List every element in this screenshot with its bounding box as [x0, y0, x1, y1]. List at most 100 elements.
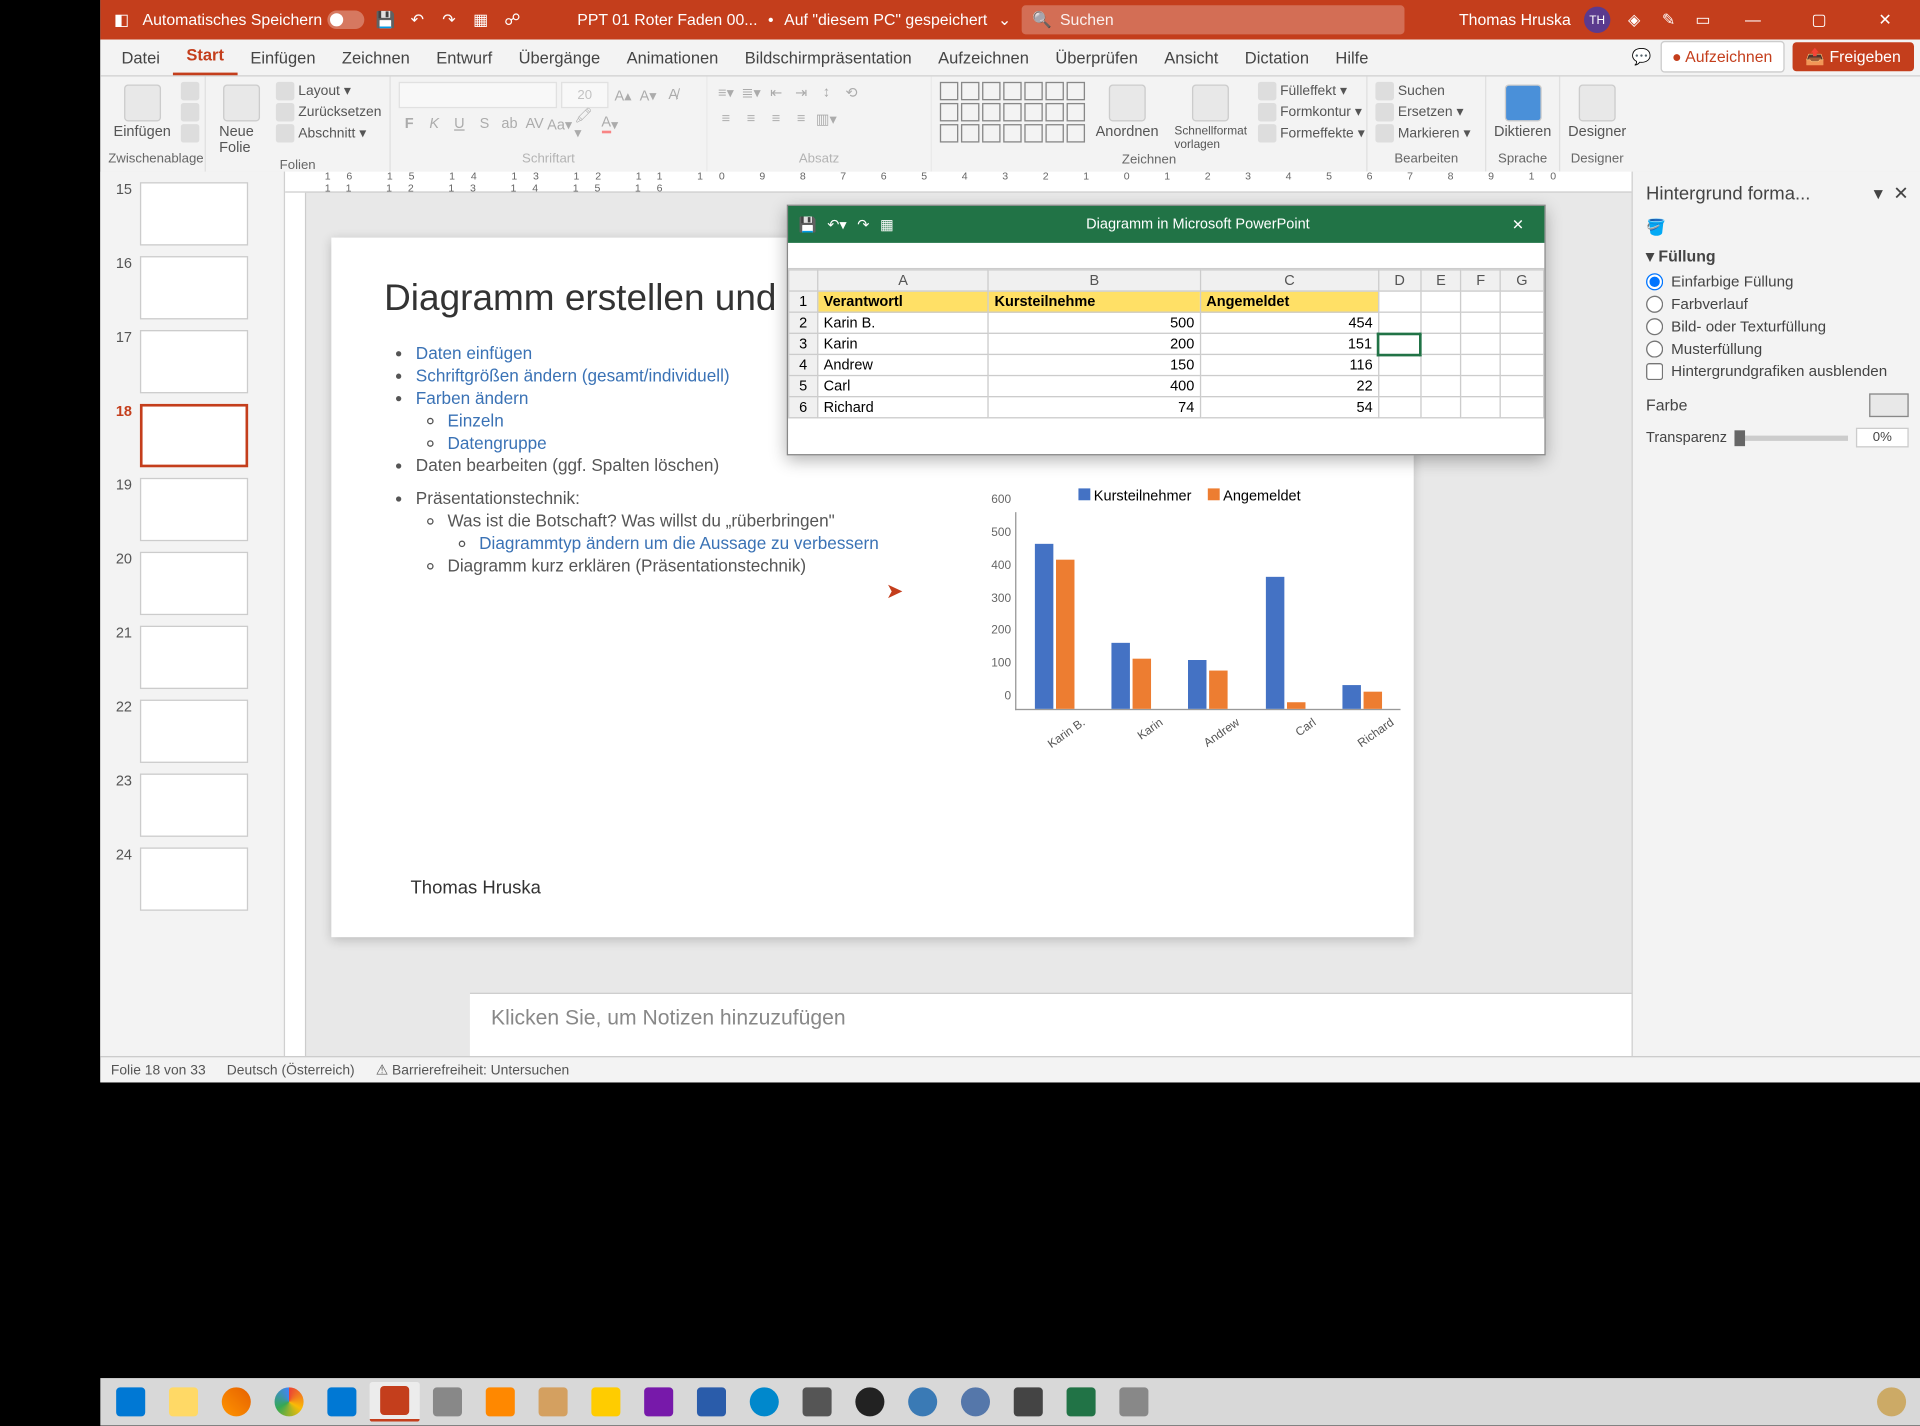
- case-icon[interactable]: Aa▾: [549, 114, 570, 135]
- firefox-icon[interactable]: [211, 1382, 261, 1422]
- indent-inc-icon[interactable]: ⇥: [791, 82, 812, 103]
- section-title[interactable]: Füllung: [1658, 247, 1715, 265]
- tab-ansicht[interactable]: Ansicht: [1151, 41, 1232, 75]
- slide-thumb-18[interactable]: 18: [100, 399, 283, 473]
- numbering-icon[interactable]: ≣▾: [741, 82, 762, 103]
- new-slide-button[interactable]: Neue Folie: [214, 82, 271, 159]
- outline-button[interactable]: Formkontur ▾: [1258, 103, 1365, 121]
- window-icon[interactable]: ▭: [1692, 9, 1713, 30]
- color-picker[interactable]: [1869, 393, 1909, 417]
- diamond-icon[interactable]: ◈: [1624, 9, 1645, 30]
- text-direction-icon[interactable]: ⟲: [841, 82, 862, 103]
- fill-option-2[interactable]: Bild- oder Texturfüllung: [1646, 318, 1909, 335]
- find-button[interactable]: Suchen: [1375, 82, 1477, 100]
- app-icon-2[interactable]: [528, 1382, 578, 1422]
- onenote-icon[interactable]: [634, 1382, 684, 1422]
- share-button[interactable]: 📤 Freigeben: [1792, 42, 1914, 71]
- data-save-icon[interactable]: 💾: [799, 216, 817, 233]
- spacing-icon[interactable]: AV: [524, 114, 545, 135]
- slide-thumb-17[interactable]: 17: [100, 325, 283, 399]
- chrome-icon[interactable]: [264, 1382, 314, 1422]
- toggle-switch[interactable]: [327, 11, 364, 29]
- data-undo-icon[interactable]: ↶▾: [827, 216, 846, 233]
- touch-icon[interactable]: ☍: [502, 9, 523, 30]
- powerpoint-icon[interactable]: [370, 1382, 420, 1422]
- tab-hilfe[interactable]: Hilfe: [1322, 41, 1381, 75]
- slide-counter[interactable]: Folie 18 von 33: [111, 1062, 206, 1078]
- search-input[interactable]: 🔍 Suchen: [1022, 5, 1405, 34]
- slide-thumb-21[interactable]: 21: [100, 620, 283, 694]
- fill-option-0[interactable]: Einfarbige Füllung: [1646, 273, 1909, 290]
- strike-icon[interactable]: S: [474, 114, 495, 135]
- font-size-input[interactable]: 20: [561, 82, 609, 108]
- shapes-gallery[interactable]: [940, 82, 1085, 143]
- pane-close-icon[interactable]: ✕: [1893, 182, 1908, 203]
- tray-icon[interactable]: [1866, 1382, 1916, 1422]
- app-icon-1[interactable]: [422, 1382, 472, 1422]
- cut-icon[interactable]: [181, 82, 199, 100]
- font-select[interactable]: [399, 82, 557, 108]
- language-status[interactable]: Deutsch (Österreich): [227, 1062, 355, 1078]
- slide-thumb-19[interactable]: 19: [100, 473, 283, 547]
- data-grid[interactable]: ABCDEFG1VerantwortlKursteilnehmeAngemeld…: [788, 269, 1544, 418]
- font-color-icon[interactable]: A▾: [599, 114, 620, 135]
- transparency-value[interactable]: 0%: [1856, 428, 1909, 448]
- app-icon-7[interactable]: [950, 1382, 1000, 1422]
- comments-icon[interactable]: 💬: [1631, 46, 1652, 67]
- effects-button[interactable]: Formeffekte ▾: [1258, 124, 1365, 142]
- slide-thumb-20[interactable]: 20: [100, 546, 283, 620]
- app-icon-5[interactable]: [792, 1382, 842, 1422]
- format-painter-icon[interactable]: [181, 124, 199, 142]
- grow-font-icon[interactable]: A▴: [612, 84, 633, 105]
- notes-pane[interactable]: Klicken Sie, um Notizen hinzuzufügen: [470, 993, 1632, 1056]
- justify-icon[interactable]: ≡: [791, 108, 812, 129]
- telegram-icon[interactable]: [739, 1382, 789, 1422]
- underline-icon[interactable]: U: [449, 114, 470, 135]
- autosave-toggle[interactable]: Automatisches Speichern: [143, 11, 365, 29]
- fill-option-1[interactable]: Farbverlauf: [1646, 296, 1909, 313]
- fill-option-3[interactable]: Musterfüllung: [1646, 341, 1909, 358]
- align-right-icon[interactable]: ≡: [766, 108, 787, 129]
- shadow-icon[interactable]: ab: [499, 114, 520, 135]
- highlight-icon[interactable]: 🖍▾: [574, 114, 595, 135]
- start-button[interactable]: [106, 1382, 156, 1422]
- clear-format-icon[interactable]: A̸: [663, 84, 684, 105]
- user-name[interactable]: Thomas Hruska: [1459, 11, 1571, 29]
- slide-thumb-23[interactable]: 23: [100, 768, 283, 842]
- data-close-button[interactable]: ✕: [1492, 216, 1545, 233]
- reset-button[interactable]: Zurücksetzen: [276, 103, 382, 121]
- tab-entwurf[interactable]: Entwurf: [423, 41, 505, 75]
- tab-überprüfen[interactable]: Überprüfen: [1042, 41, 1151, 75]
- bullets-icon[interactable]: ≡▾: [715, 82, 736, 103]
- replace-button[interactable]: Ersetzen ▾: [1375, 103, 1477, 121]
- quickstyles-button[interactable]: Schnellformat vorlagen: [1169, 82, 1252, 153]
- settings-icon[interactable]: [1003, 1382, 1053, 1422]
- vlc-icon[interactable]: [475, 1382, 525, 1422]
- obs-icon[interactable]: [845, 1382, 895, 1422]
- windows-taskbar[interactable]: [100, 1378, 1920, 1426]
- indent-dec-icon[interactable]: ⇤: [766, 82, 787, 103]
- select-button[interactable]: Markieren ▾: [1375, 124, 1477, 142]
- pen-icon[interactable]: ✎: [1658, 9, 1679, 30]
- slide-thumb-24[interactable]: 24: [100, 842, 283, 916]
- app-icon-8[interactable]: [1109, 1382, 1159, 1422]
- tab-start[interactable]: Start: [173, 38, 237, 75]
- tab-datei[interactable]: Datei: [108, 41, 173, 75]
- shrink-font-icon[interactable]: A▾: [638, 84, 659, 105]
- tab-dictation[interactable]: Dictation: [1232, 41, 1323, 75]
- align-left-icon[interactable]: ≡: [715, 108, 736, 129]
- file-explorer-icon[interactable]: [158, 1382, 208, 1422]
- slideshow-icon[interactable]: ▦: [470, 9, 491, 30]
- maximize-button[interactable]: ▢: [1793, 0, 1846, 40]
- italic-icon[interactable]: K: [424, 114, 445, 135]
- data-grid-icon[interactable]: ▦: [880, 216, 894, 233]
- section-button[interactable]: Abschnitt ▾: [276, 124, 382, 142]
- chart-data-window[interactable]: 💾 ↶▾ ↷ ▦ Diagramm in Microsoft PowerPoin…: [787, 205, 1546, 456]
- bold-icon[interactable]: F: [399, 114, 420, 135]
- formula-bar[interactable]: [788, 243, 1544, 269]
- app-icon-6[interactable]: [898, 1382, 948, 1422]
- filename[interactable]: PPT 01 Roter Faden 00...: [577, 11, 757, 29]
- tab-animationen[interactable]: Animationen: [613, 41, 731, 75]
- tab-übergänge[interactable]: Übergänge: [505, 41, 613, 75]
- tab-einfügen[interactable]: Einfügen: [237, 41, 329, 75]
